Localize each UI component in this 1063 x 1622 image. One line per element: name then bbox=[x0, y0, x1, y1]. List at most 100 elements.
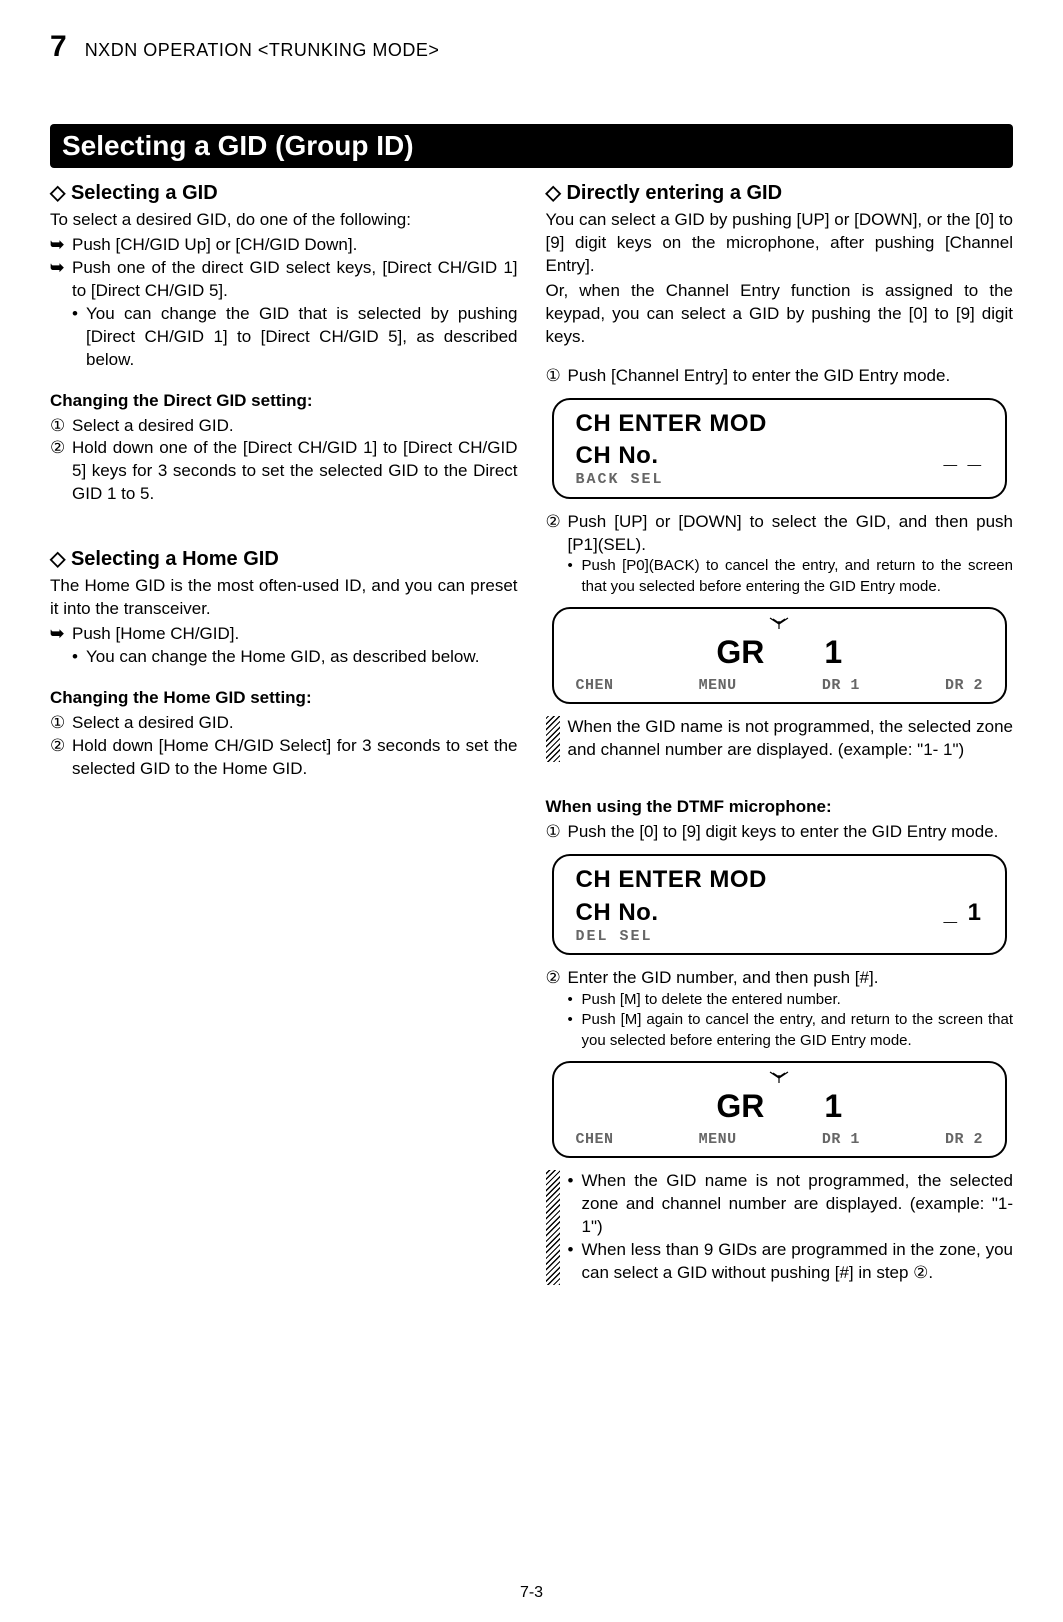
lcd-value: 1 bbox=[824, 631, 842, 674]
list-text: Push [CH/GID Up] or [CH/GID Down]. bbox=[72, 234, 518, 257]
bullet-icon: • bbox=[72, 303, 86, 326]
lcd-label: GR bbox=[716, 631, 764, 674]
lcd-line: CH ENTER MOD bbox=[576, 864, 984, 896]
lcd-display: GR 1 CHEN MENU DR 1 DR 2 bbox=[552, 607, 1008, 704]
softkey-label: DR 1 bbox=[822, 1130, 860, 1150]
arrow-icon: ➥ bbox=[50, 234, 72, 257]
softkey-label: CHEN bbox=[576, 1130, 614, 1150]
list-item: ② Enter the GID number, and then push [#… bbox=[546, 967, 1014, 990]
lcd-value: _ _ bbox=[944, 440, 983, 472]
hatch-icon bbox=[546, 716, 560, 762]
lcd-value: _ 1 bbox=[944, 897, 983, 929]
arrow-icon: ➥ bbox=[50, 257, 72, 280]
list-item: • Push [M] to delete the entered number. bbox=[546, 990, 1014, 1010]
hatch-icon bbox=[546, 1170, 560, 1285]
minor-heading: Changing the Home GID setting: bbox=[50, 687, 518, 710]
lcd-softkeys: DEL SEL bbox=[576, 927, 984, 947]
lcd-softkeys: CHEN MENU DR 1 DR 2 bbox=[576, 1130, 984, 1150]
minor-heading: When using the DTMF microphone: bbox=[546, 796, 1014, 819]
softkey-label: CHEN bbox=[576, 676, 614, 696]
lcd-line: GR 1 bbox=[576, 631, 984, 674]
list-item: ① Push [Channel Entry] to enter the GID … bbox=[546, 365, 1014, 388]
lcd-display: CH ENTER MOD CH No. _ 1 DEL SEL bbox=[552, 854, 1008, 955]
softkey-label: MENU bbox=[699, 676, 737, 696]
section-title-bar: Selecting a GID (Group ID) bbox=[50, 124, 1013, 168]
circle-1-icon: ① bbox=[50, 415, 72, 438]
bullet-icon: • bbox=[568, 1170, 582, 1239]
list-text: Hold down [Home CH/GID Select] for 3 sec… bbox=[72, 735, 518, 781]
circle-2-icon: ② bbox=[546, 511, 568, 534]
list-text: Push [UP] or [DOWN] to select the GID, a… bbox=[568, 511, 1014, 557]
note-block: When the GID name is not programmed, the… bbox=[546, 716, 1014, 762]
note-text: When the GID name is not programmed, the… bbox=[568, 716, 1014, 762]
lcd-value: 1 bbox=[824, 1085, 842, 1128]
list-item: ② Push [UP] or [DOWN] to select the GID,… bbox=[546, 511, 1014, 557]
body-text: Or, when the Channel Entry function is a… bbox=[546, 280, 1014, 349]
subheading-selecting-gid: ◇ Selecting a GID bbox=[50, 180, 518, 207]
list-text: Push [M] again to cancel the entry, and … bbox=[582, 1010, 1014, 1051]
list-item: ② Hold down one of the [Direct CH/GID 1]… bbox=[50, 437, 518, 506]
page-number: 7-3 bbox=[0, 1584, 1063, 1602]
bullet-icon: • bbox=[568, 1239, 582, 1285]
body-text: The Home GID is the most often-used ID, … bbox=[50, 575, 518, 621]
softkey-label: DR 1 bbox=[822, 676, 860, 696]
list-text: Push [Home CH/GID]. bbox=[72, 623, 518, 646]
lcd-label: CH No. bbox=[576, 440, 659, 472]
list-item: ① Select a desired GID. bbox=[50, 712, 518, 735]
left-column: ◇ Selecting a GID To select a desired GI… bbox=[50, 180, 518, 1295]
list-item: ① Select a desired GID. bbox=[50, 415, 518, 438]
lcd-line: CH No. _ 1 bbox=[576, 897, 984, 929]
list-item: • Push [M] again to cancel the entry, an… bbox=[546, 1010, 1014, 1051]
page-header: 7 NXDN OPERATION <TRUNKING MODE> bbox=[50, 30, 1013, 64]
right-column: ◇ Directly entering a GID You can select… bbox=[546, 180, 1014, 1295]
list-text: Push [Channel Entry] to enter the GID En… bbox=[568, 365, 1014, 388]
list-text: Hold down one of the [Direct CH/GID 1] t… bbox=[72, 437, 518, 506]
list-item: • Push [P0](BACK) to cancel the entry, a… bbox=[546, 556, 1014, 597]
lcd-softkeys: BACK SEL bbox=[576, 470, 984, 490]
list-item: ② Hold down [Home CH/GID Select] for 3 s… bbox=[50, 735, 518, 781]
bullet-icon: • bbox=[568, 1010, 582, 1030]
lcd-line: CH ENTER MOD bbox=[576, 408, 984, 440]
softkey-label: MENU bbox=[699, 1130, 737, 1150]
list-text: Push [M] to delete the entered number. bbox=[582, 990, 1014, 1010]
list-item: • You can change the Home GID, as descri… bbox=[50, 646, 518, 669]
minor-heading: Changing the Direct GID setting: bbox=[50, 390, 518, 413]
list-item: • You can change the GID that is selecte… bbox=[50, 303, 518, 372]
list-text: Push one of the direct GID select keys, … bbox=[72, 257, 518, 303]
antenna-icon bbox=[769, 1071, 789, 1083]
lcd-line: CH No. _ _ bbox=[576, 440, 984, 472]
antenna-icon bbox=[769, 617, 789, 629]
note-text: When the GID name is not programmed, the… bbox=[582, 1170, 1014, 1239]
lcd-softkeys: CHEN MENU DR 1 DR 2 bbox=[576, 676, 984, 696]
list-text: You can change the Home GID, as describe… bbox=[86, 646, 518, 669]
note-block: •When the GID name is not programmed, th… bbox=[546, 1170, 1014, 1285]
note-content: •When the GID name is not programmed, th… bbox=[568, 1170, 1014, 1285]
list-text: Push [P0](BACK) to cancel the entry, and… bbox=[582, 556, 1014, 597]
list-text: Push the [0] to [9] digit keys to enter … bbox=[568, 821, 1014, 844]
lcd-label: GR bbox=[716, 1085, 764, 1128]
circle-2-icon: ② bbox=[50, 437, 72, 460]
list-item: ➥ Push one of the direct GID select keys… bbox=[50, 257, 518, 303]
list-text: You can change the GID that is selected … bbox=[86, 303, 518, 372]
circle-2-icon: ② bbox=[546, 967, 568, 990]
lcd-display: GR 1 CHEN MENU DR 1 DR 2 bbox=[552, 1061, 1008, 1158]
body-text: You can select a GID by pushing [UP] or … bbox=[546, 209, 1014, 278]
list-text: Select a desired GID. bbox=[72, 712, 518, 735]
lcd-line: GR 1 bbox=[576, 1085, 984, 1128]
chapter-title: NXDN OPERATION <TRUNKING MODE> bbox=[85, 40, 440, 61]
circle-1-icon: ① bbox=[546, 365, 568, 388]
chapter-number: 7 bbox=[50, 30, 67, 64]
note-text: When less than 9 GIDs are programmed in … bbox=[582, 1239, 1014, 1285]
lcd-display: CH ENTER MOD CH No. _ _ BACK SEL bbox=[552, 398, 1008, 499]
subheading-home-gid: ◇ Selecting a Home GID bbox=[50, 546, 518, 573]
content-columns: ◇ Selecting a GID To select a desired GI… bbox=[50, 180, 1013, 1295]
list-text: Enter the GID number, and then push [#]. bbox=[568, 967, 1014, 990]
bullet-icon: • bbox=[72, 646, 86, 669]
list-item: ➥ Push [CH/GID Up] or [CH/GID Down]. bbox=[50, 234, 518, 257]
list-text: Select a desired GID. bbox=[72, 415, 518, 438]
intro-text: To select a desired GID, do one of the f… bbox=[50, 209, 518, 232]
subheading-direct-entry: ◇ Directly entering a GID bbox=[546, 180, 1014, 207]
circle-1-icon: ① bbox=[546, 821, 568, 844]
circle-1-icon: ① bbox=[50, 712, 72, 735]
list-item: ① Push the [0] to [9] digit keys to ente… bbox=[546, 821, 1014, 844]
